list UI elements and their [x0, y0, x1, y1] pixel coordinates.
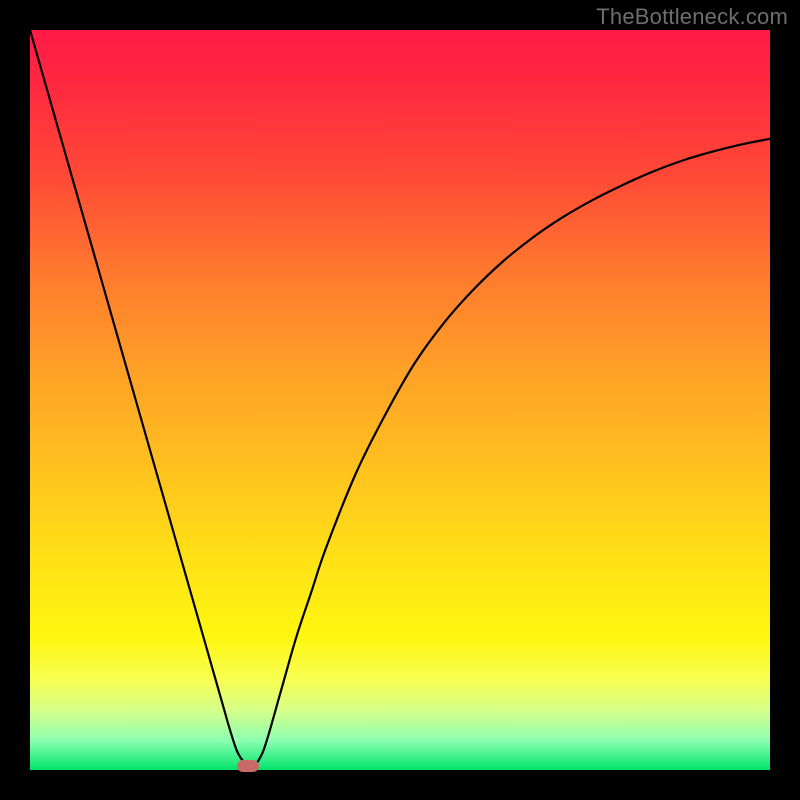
chart-plot-area [30, 30, 770, 770]
watermark-text: TheBottleneck.com [596, 4, 788, 30]
min-marker [237, 760, 259, 772]
bottleneck-curve [30, 30, 770, 770]
chart-frame: TheBottleneck.com [0, 0, 800, 800]
curve-path [30, 30, 770, 766]
